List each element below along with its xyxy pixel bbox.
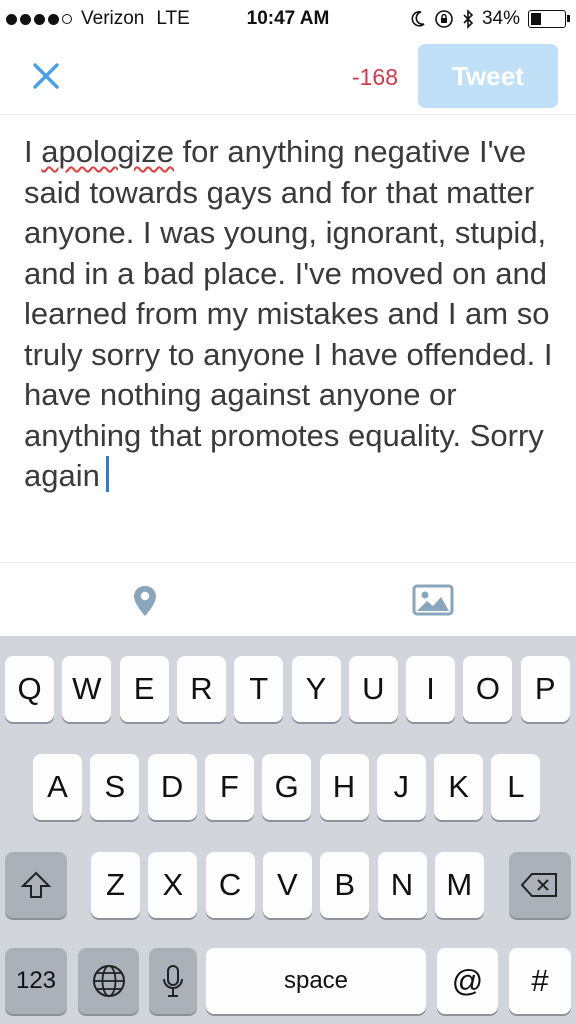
- key-k[interactable]: K: [434, 754, 484, 820]
- backspace-icon: [520, 873, 557, 897]
- close-icon[interactable]: [26, 56, 66, 96]
- tweet-text-rest: for anything negative I've said towards …: [24, 134, 553, 493]
- key-n[interactable]: N: [377, 852, 427, 918]
- text-cursor: [105, 456, 109, 492]
- key-j[interactable]: J: [376, 754, 426, 820]
- at-key[interactable]: @: [437, 948, 498, 1014]
- orientation-lock-icon: [435, 10, 453, 28]
- key-b[interactable]: B: [320, 852, 370, 918]
- status-bar: Verizon LTE 10:47 AM 34%: [0, 0, 576, 40]
- key-c[interactable]: C: [205, 852, 255, 918]
- character-counter: -168: [351, 64, 398, 90]
- key-u[interactable]: U: [348, 656, 398, 722]
- shift-key[interactable]: [5, 852, 67, 918]
- key-l[interactable]: L: [491, 754, 541, 820]
- key-t[interactable]: T: [234, 656, 284, 722]
- photo-icon[interactable]: [412, 583, 454, 617]
- tweet-text-field[interactable]: I apologize for anything negative I've s…: [24, 132, 554, 497]
- key-o[interactable]: O: [463, 656, 513, 722]
- key-y[interactable]: Y: [291, 656, 341, 722]
- battery-icon: [528, 10, 570, 28]
- key-i[interactable]: I: [406, 656, 456, 722]
- microphone-icon: [163, 965, 183, 997]
- hash-key[interactable]: #: [509, 948, 571, 1014]
- compose-header: -168 Tweet: [0, 40, 576, 115]
- key-w[interactable]: W: [62, 656, 112, 722]
- battery-percent: 34%: [481, 8, 520, 29]
- key-m[interactable]: M: [434, 852, 484, 918]
- space-key[interactable]: space: [206, 948, 426, 1014]
- key-a[interactable]: A: [33, 754, 82, 820]
- key-h[interactable]: H: [319, 754, 369, 820]
- keyboard: QWERTYUIOP ASDFGHJKL ZXCVBNM 123 space @…: [0, 636, 576, 1024]
- key-f[interactable]: F: [204, 754, 254, 820]
- compose-toolbar: [0, 562, 576, 637]
- location-pin-icon[interactable]: [130, 583, 160, 619]
- key-e[interactable]: E: [119, 656, 169, 722]
- key-v[interactable]: V: [262, 852, 312, 918]
- key-s[interactable]: S: [90, 754, 140, 820]
- globe-key[interactable]: [78, 948, 139, 1014]
- battery-level: [531, 13, 542, 25]
- numbers-key[interactable]: 123: [5, 948, 67, 1014]
- dictation-key[interactable]: [149, 948, 197, 1014]
- key-r[interactable]: R: [176, 656, 226, 722]
- key-g[interactable]: G: [262, 754, 312, 820]
- tweet-button[interactable]: Tweet: [418, 44, 558, 108]
- globe-icon: [92, 965, 125, 997]
- shift-arrow-icon: [20, 871, 52, 898]
- delete-key[interactable]: [509, 852, 571, 918]
- key-x[interactable]: X: [148, 852, 198, 918]
- key-q[interactable]: Q: [5, 656, 54, 722]
- key-z[interactable]: Z: [91, 852, 140, 918]
- status-right-group: 34%: [410, 8, 570, 30]
- key-d[interactable]: D: [147, 754, 197, 820]
- bluetooth-icon: [463, 9, 474, 29]
- tweet-text-start: I: [24, 134, 42, 169]
- misspelled-word[interactable]: apologize: [41, 134, 174, 169]
- key-p[interactable]: P: [520, 656, 570, 722]
- moon-icon: [411, 11, 425, 27]
